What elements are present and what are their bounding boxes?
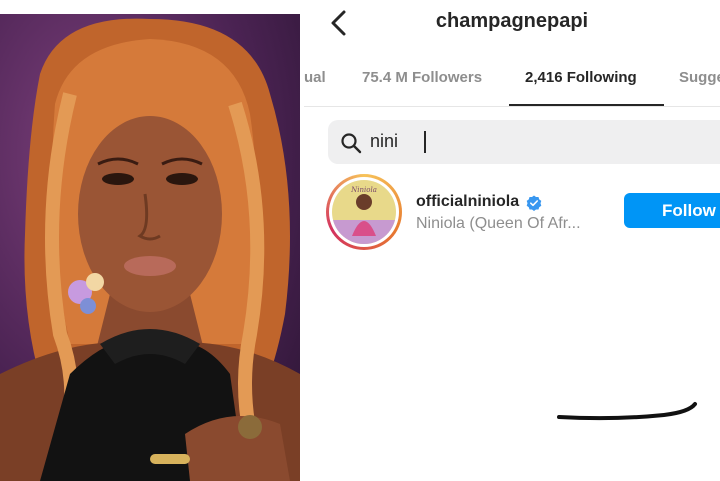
result-full-name: Niniola (Queen Of Afr... xyxy=(416,215,581,232)
search-query: nini xyxy=(370,131,399,151)
text-cursor xyxy=(424,131,426,153)
tab-followers[interactable]: 75.4 M Followers xyxy=(362,69,482,86)
tab-suggested[interactable]: Sugge xyxy=(679,69,720,86)
follow-button[interactable]: Follow xyxy=(624,193,720,228)
search-icon xyxy=(341,133,362,154)
tab-bar: ual 75.4 M Followers 2,416 Following Sug… xyxy=(304,64,720,106)
tab-following[interactable]: 2,416 Following xyxy=(525,69,637,86)
tabs-divider xyxy=(304,106,720,107)
search-input[interactable]: nini xyxy=(328,120,720,164)
profile-username-title: champagnepapi xyxy=(435,10,589,32)
portrait-photo xyxy=(0,14,300,481)
tab-mutual[interactable]: ual xyxy=(304,69,326,86)
handwritten-stroke xyxy=(557,402,697,421)
following-screen: champagnepapi ual 75.4 M Followers 2,416… xyxy=(304,0,720,481)
avatar-image: Niniola xyxy=(332,180,396,244)
avatar[interactable]: Niniola xyxy=(326,174,402,250)
list-item[interactable]: Niniola officialniniola Niniola (Queen O… xyxy=(304,170,720,260)
result-username[interactable]: officialniniola xyxy=(416,193,519,211)
verified-badge-icon xyxy=(526,195,542,211)
avatar-caption: Niniola xyxy=(350,186,377,194)
